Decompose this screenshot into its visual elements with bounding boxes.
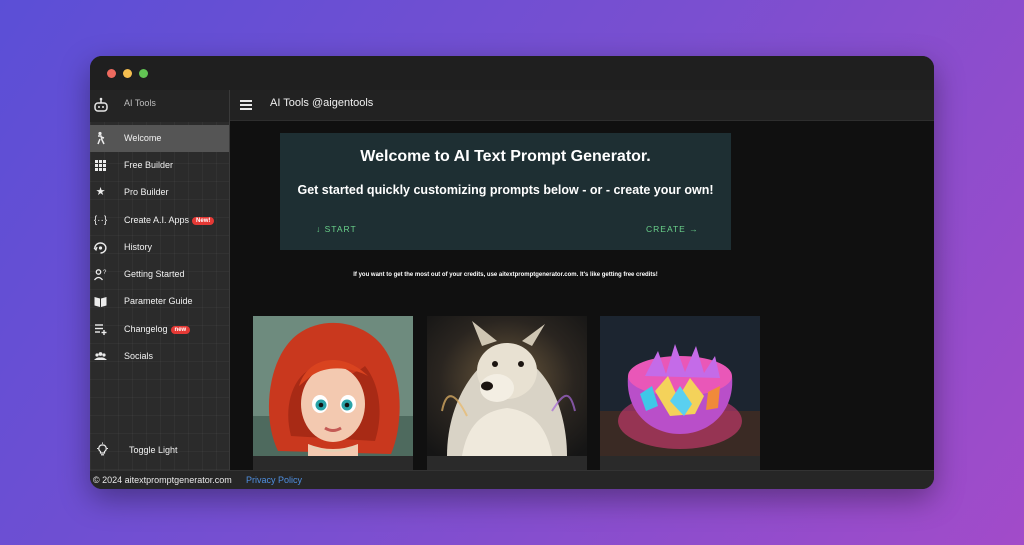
privacy-policy-link[interactable]: Privacy Policy — [246, 475, 302, 485]
sidebar-item-label: Parameter Guide — [124, 296, 193, 306]
hero-title: Welcome to AI Text Prompt Generator. — [360, 148, 651, 165]
sidebar-item-label: Welcome — [124, 133, 162, 143]
sidebar-item-getting-started[interactable]: ? Getting Started — [90, 261, 229, 288]
create-button[interactable]: CREATE → — [646, 224, 699, 234]
sidebar-item-changelog[interactable]: Changelog new — [90, 316, 229, 343]
sidebar-item-label: Changelog new — [124, 324, 191, 334]
app-window: AI Tools Welcome Free Builder ★ Pro Buil… — [90, 56, 934, 489]
prompt-card-dog[interactable] — [427, 316, 587, 470]
sidebar: AI Tools Welcome Free Builder ★ Pro Buil… — [90, 90, 230, 470]
new-badge: new — [170, 326, 191, 334]
sidebar-item-history[interactable]: History — [90, 234, 229, 261]
sidebar-item-free-builder[interactable]: Free Builder — [90, 152, 229, 179]
sidebar-item-socials[interactable]: Socials — [90, 343, 229, 370]
grid-icon — [93, 158, 108, 173]
sparkle-icon: ★ — [95, 186, 106, 198]
help-person-icon: ? — [93, 267, 108, 282]
minimize-window-button[interactable] — [123, 69, 132, 78]
toggle-light-button[interactable]: Toggle Light — [90, 435, 229, 465]
credits-note: If you want to get the most out of your … — [353, 272, 658, 278]
sidebar-header: AI Tools — [90, 90, 229, 122]
people-icon — [93, 349, 108, 364]
close-window-button[interactable] — [107, 69, 116, 78]
robot-icon — [94, 97, 108, 112]
person-icon — [93, 131, 108, 146]
svg-text:?: ? — [103, 270, 107, 276]
footer: © 2024 aitextpromptgenerator.com Privacy… — [90, 470, 934, 489]
new-badge: New! — [192, 217, 215, 225]
red-haired-girl-image — [253, 316, 413, 470]
crystal-bowl-image — [600, 316, 760, 470]
sidebar-item-parameter-guide[interactable]: Parameter Guide — [90, 288, 229, 315]
menu-icon[interactable] — [240, 100, 252, 110]
lightbulb-icon — [97, 442, 108, 456]
toggle-light-label: Toggle Light — [129, 445, 178, 455]
start-button[interactable]: ↓ START — [316, 224, 357, 234]
sidebar-item-label: History — [124, 242, 153, 252]
window-titlebar — [90, 56, 934, 90]
sidebar-item-label: Getting Started — [124, 269, 185, 279]
sidebar-item-label: Socials — [124, 351, 154, 361]
hero-subtitle: Get started quickly customizing prompts … — [297, 183, 714, 197]
braces-icon: {··} — [93, 215, 108, 226]
sidebar-item-label: Create A.I. Apps New! — [124, 215, 215, 225]
sidebar-item-label: Pro Builder — [124, 187, 169, 197]
page-title: AI Tools @aigentools — [270, 97, 374, 109]
sidebar-item-welcome[interactable]: Welcome — [90, 125, 229, 152]
main-content: Welcome to AI Text Prompt Generator. Get… — [230, 121, 934, 470]
maximize-window-button[interactable] — [139, 69, 148, 78]
welcome-hero: Welcome to AI Text Prompt Generator. Get… — [280, 133, 731, 250]
sidebar-item-create-ai-apps[interactable]: {··} Create A.I. Apps New! — [90, 207, 229, 234]
top-bar: AI Tools @aigentools — [230, 90, 934, 121]
book-icon — [93, 294, 108, 309]
sidebar-item-label: Free Builder — [124, 160, 174, 170]
prompt-card-crystal-bowl[interactable] — [600, 316, 760, 470]
prompt-card-red-haired-girl[interactable] — [253, 316, 413, 470]
history-icon — [93, 240, 108, 255]
sidebar-brand: AI Tools — [124, 98, 156, 108]
sidebar-item-pro-builder[interactable]: ★ Pro Builder — [90, 179, 229, 206]
copyright-text: © 2024 aitextpromptgenerator.com — [93, 475, 232, 485]
list-add-icon — [93, 322, 108, 337]
dog-portrait-image — [427, 316, 587, 470]
